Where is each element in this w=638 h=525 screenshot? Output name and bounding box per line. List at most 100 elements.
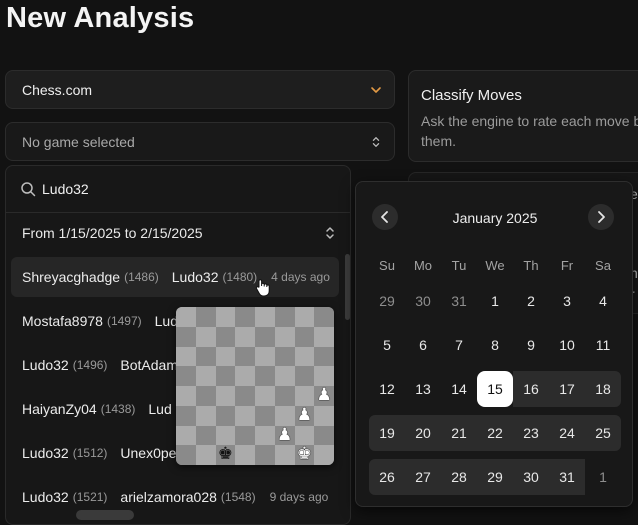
game-row[interactable]: Ludo32 (1521) arielzamora028 (1548) 9 days a… <box>11 477 339 517</box>
white-rating: (1497) <box>106 314 142 328</box>
board-square <box>235 326 255 347</box>
calendar-day[interactable]: 13 <box>405 371 441 407</box>
board-square <box>215 366 236 386</box>
classify-moves-description: Ask the engine to rate each move b them. <box>421 113 638 149</box>
chevron-right-icon <box>598 211 605 223</box>
board-square <box>274 405 295 426</box>
board-square <box>314 326 334 347</box>
calendar-day[interactable]: 29 <box>477 459 513 495</box>
chevron-down-icon <box>371 86 381 93</box>
board-square <box>235 425 255 446</box>
board-square <box>176 425 196 446</box>
calendar-day[interactable]: 5 <box>369 327 405 363</box>
search-row <box>6 166 350 213</box>
board-square <box>294 346 315 367</box>
weekday-label: Sa <box>595 258 611 273</box>
game-date: 9 days ago <box>269 490 329 504</box>
calendar-day[interactable]: 22 <box>477 415 513 451</box>
calendar-day[interactable]: 26 <box>369 459 405 495</box>
white-player: Ludo32 <box>22 489 69 505</box>
game-select[interactable]: No game selected <box>5 122 395 161</box>
calendar-day[interactable]: 2 <box>513 283 549 319</box>
board-square <box>195 307 216 327</box>
board-square <box>176 326 196 347</box>
calendar-day[interactable]: 9 <box>513 327 549 363</box>
board-square <box>215 405 236 426</box>
calendar-day[interactable]: 1 <box>477 283 513 319</box>
board-square <box>235 405 255 426</box>
board-square <box>255 386 275 406</box>
black-player: Lud <box>154 313 178 329</box>
date-range-label: From 1/15/2025 to 2/15/2025 <box>22 225 203 241</box>
board-square <box>215 425 236 446</box>
board-square <box>274 346 295 367</box>
calendar-day[interactable]: 25 <box>585 415 621 451</box>
calendar-day[interactable]: 24 <box>549 415 585 451</box>
calendar-day[interactable]: 4 <box>585 283 621 319</box>
calendar-day[interactable]: 1 <box>585 459 621 495</box>
board-square <box>255 425 275 446</box>
board-square <box>255 326 275 347</box>
calendar-day[interactable]: 14 <box>441 371 477 407</box>
board-square <box>294 326 315 347</box>
calendar-day[interactable]: 3 <box>549 283 585 319</box>
game-select-value: No game selected <box>22 133 135 150</box>
white-rating: (1438) <box>100 402 136 416</box>
white-pawn-piece: ♟ <box>316 385 332 405</box>
calendar-day[interactable]: 29 <box>369 283 405 319</box>
calendar-day[interactable]: 8 <box>477 327 513 363</box>
board-square <box>176 307 196 327</box>
calendar-day[interactable]: 17 <box>549 371 585 407</box>
weekday-label: Tu <box>451 258 467 273</box>
white-player: Mostafa8978 <box>22 313 103 329</box>
black-player: Lud <box>148 401 172 417</box>
calendar-day[interactable]: 7 <box>441 327 477 363</box>
calendar-day[interactable]: 10 <box>549 327 585 363</box>
calendar-day[interactable]: 20 <box>405 415 441 451</box>
board-square <box>294 386 315 406</box>
black-king-piece: ♚ <box>217 444 233 465</box>
calendar-day[interactable]: 27 <box>405 459 441 495</box>
board-square <box>215 307 236 327</box>
calendar-day[interactable]: 19 <box>369 415 405 451</box>
date-range-select[interactable]: From 1/15/2025 to 2/15/2025 <box>6 213 350 253</box>
calendar-day[interactable]: 11 <box>585 327 621 363</box>
chevron-up-down-icon <box>372 136 380 147</box>
board-square <box>176 445 196 465</box>
calendar-day[interactable]: 31 <box>549 459 585 495</box>
weekday-label: Fr <box>560 258 574 273</box>
board-square <box>235 366 255 386</box>
calendar-day[interactable]: 30 <box>405 283 441 319</box>
platform-select[interactable]: Chess.com <box>5 70 395 109</box>
board-square <box>195 346 216 367</box>
scrollbar[interactable] <box>345 254 350 320</box>
board-square <box>176 405 196 426</box>
next-month-button[interactable] <box>588 204 614 230</box>
calendar-day[interactable]: 21 <box>441 415 477 451</box>
board-square <box>235 386 255 406</box>
board-preview: ♟ ♟ ♟ ♚ ♚ <box>176 307 334 465</box>
board-square <box>255 346 275 367</box>
search-input[interactable] <box>42 176 322 202</box>
board-square <box>235 307 255 327</box>
black-player: BotAdam <box>120 357 178 373</box>
calendar-day[interactable]: 16 <box>513 371 549 407</box>
board-square <box>314 445 334 465</box>
board-square <box>195 366 216 386</box>
calendar-day[interactable]: 23 <box>513 415 549 451</box>
calendar-day[interactable]: 18 <box>585 371 621 407</box>
horizontal-scrollbar[interactable] <box>76 510 134 520</box>
board-square <box>176 346 196 367</box>
board-square <box>195 326 216 347</box>
calendar-day[interactable]: 31 <box>441 283 477 319</box>
calendar-day[interactable]: 30 <box>513 459 549 495</box>
classify-moves-card[interactable]: Classify Moves Ask the engine to rate ea… <box>408 70 638 162</box>
calendar-day[interactable]: 6 <box>405 327 441 363</box>
board-square <box>255 405 275 426</box>
search-icon <box>21 182 36 197</box>
calendar-day[interactable]: 15 <box>477 371 513 407</box>
calendar-day[interactable]: 28 <box>441 459 477 495</box>
game-row[interactable]: Shreyacghadge (1486) Ludo32 (1480) 4 days ag… <box>11 257 339 297</box>
weekday-label: Su <box>379 258 395 273</box>
calendar-day[interactable]: 12 <box>369 371 405 407</box>
